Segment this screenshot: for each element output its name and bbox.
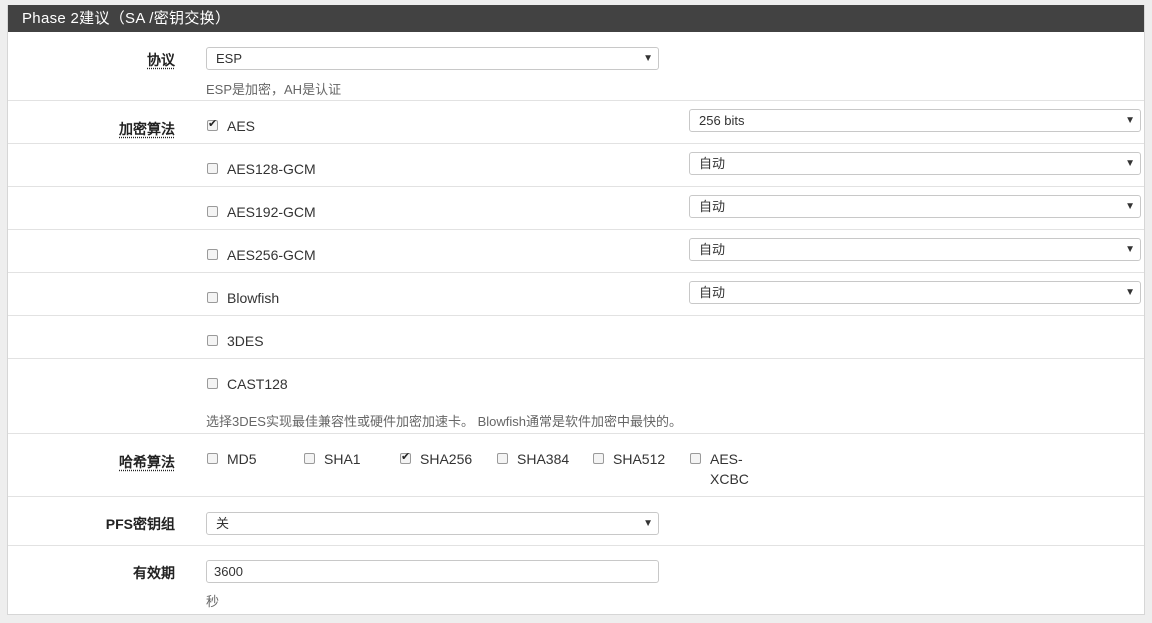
blowfish-keylen-value: 自动 <box>699 285 726 300</box>
pfs-row: PFS密钥组 关 ▼ <box>8 497 1144 546</box>
hash-row: 哈希算法 MD5 SHA1 SHA256 SHA384 SHA512 AES- … <box>8 434 1144 497</box>
cast128-checkbox[interactable] <box>207 378 218 389</box>
phase2-panel: Phase 2建议（SA /密钥交换） 协议 ESP ▼ ESP是加密，AH是认… <box>7 5 1145 615</box>
caret-down-icon: ▼ <box>643 53 653 64</box>
lifetime-help: 秒 <box>206 594 220 609</box>
blowfish-keylen-select[interactable]: 自动 ▼ <box>689 281 1141 304</box>
aes256gcm-checkbox[interactable] <box>207 249 218 260</box>
aes128gcm-keylen-select[interactable]: 自动 ▼ <box>689 152 1141 175</box>
sha256-checkbox[interactable] <box>400 450 411 464</box>
pfs-select-value: 关 <box>216 516 230 531</box>
protocol-help: ESP是加密，AH是认证 <box>206 82 342 97</box>
pfs-select[interactable]: 关 ▼ <box>206 512 659 535</box>
caret-down-icon: ▼ <box>1125 244 1135 255</box>
enc-row-blowfish: Blowfish 自动 ▼ <box>8 273 1144 316</box>
caret-down-icon: ▼ <box>1125 201 1135 212</box>
caret-down-icon: ▼ <box>1125 115 1135 126</box>
aes192gcm-keylen-value: 自动 <box>699 199 726 214</box>
enc-row-3des: 3DES <box>8 316 1144 359</box>
caret-down-icon: ▼ <box>1125 158 1135 169</box>
aes-keylen-value: 256 bits <box>699 113 745 128</box>
aes128gcm-keylen-value: 自动 <box>699 156 726 171</box>
lifetime-input[interactable]: 3600 <box>206 560 659 583</box>
aes128gcm-checkbox[interactable] <box>207 163 218 174</box>
protocol-label: 协议 <box>147 52 175 68</box>
sha256-label: SHA256 <box>420 451 473 467</box>
md5-label: MD5 <box>227 451 257 467</box>
protocol-select-value: ESP <box>216 51 243 66</box>
enc-row-aes256gcm: AES256-GCM 自动 ▼ <box>8 230 1144 273</box>
enc-row-aes192gcm: AES192-GCM 自动 ▼ <box>8 187 1144 230</box>
md5-checkbox[interactable] <box>207 453 218 464</box>
aes-label: AES <box>227 118 256 134</box>
aes-checkbox[interactable] <box>207 117 218 131</box>
aes256gcm-label: AES256-GCM <box>227 247 316 263</box>
protocol-select[interactable]: ESP ▼ <box>206 47 659 70</box>
sha512-label: SHA512 <box>613 451 666 467</box>
sha384-label: SHA384 <box>517 451 570 467</box>
panel-title: Phase 2建议（SA /密钥交换） <box>8 5 1144 32</box>
aes128gcm-label: AES128-GCM <box>227 161 316 177</box>
aes256gcm-keylen-select[interactable]: 自动 ▼ <box>689 238 1141 261</box>
enc-row-cast128: CAST128 选择3DES实现最佳兼容性或硬件加密加速卡。 Blowfish通… <box>8 359 1144 434</box>
cast128-label: CAST128 <box>227 376 288 392</box>
3des-label: 3DES <box>227 333 264 349</box>
pfs-label: PFS密钥组 <box>105 516 175 532</box>
aes256gcm-keylen-value: 自动 <box>699 242 726 257</box>
aes192gcm-label: AES192-GCM <box>227 204 316 220</box>
sha1-checkbox[interactable] <box>304 453 315 464</box>
aes192gcm-checkbox[interactable] <box>207 206 218 217</box>
caret-down-icon: ▼ <box>643 518 653 529</box>
aes192gcm-keylen-select[interactable]: 自动 ▼ <box>689 195 1141 218</box>
enc-row-aes: 加密算法 AES 256 bits ▼ <box>8 101 1144 144</box>
encryption-label: 加密算法 <box>119 121 175 137</box>
3des-checkbox[interactable] <box>207 335 218 346</box>
aes-xcbc-checkbox[interactable] <box>690 453 701 464</box>
aes-keylen-select[interactable]: 256 bits ▼ <box>689 109 1141 132</box>
hash-label: 哈希算法 <box>119 454 175 470</box>
lifetime-input-value: 3600 <box>214 564 243 579</box>
aes-xcbc-label-line1: AES- <box>710 451 743 467</box>
sha1-label: SHA1 <box>324 451 361 467</box>
aes-xcbc-label-line2: XCBC <box>710 471 749 487</box>
enc-row-aes128gcm: AES128-GCM 自动 ▼ <box>8 144 1144 187</box>
lifetime-label: 有效期 <box>133 565 175 581</box>
blowfish-checkbox[interactable] <box>207 292 218 303</box>
encryption-help: 选择3DES实现最佳兼容性或硬件加密加速卡。 Blowfish通常是软件加密中最… <box>206 414 682 429</box>
blowfish-label: Blowfish <box>227 290 280 306</box>
sha512-checkbox[interactable] <box>593 453 604 464</box>
protocol-row: 协议 ESP ▼ ESP是加密，AH是认证 <box>8 32 1144 101</box>
lifetime-row: 有效期 3600 秒 <box>8 546 1144 611</box>
caret-down-icon: ▼ <box>1125 287 1135 298</box>
sha384-checkbox[interactable] <box>497 453 508 464</box>
